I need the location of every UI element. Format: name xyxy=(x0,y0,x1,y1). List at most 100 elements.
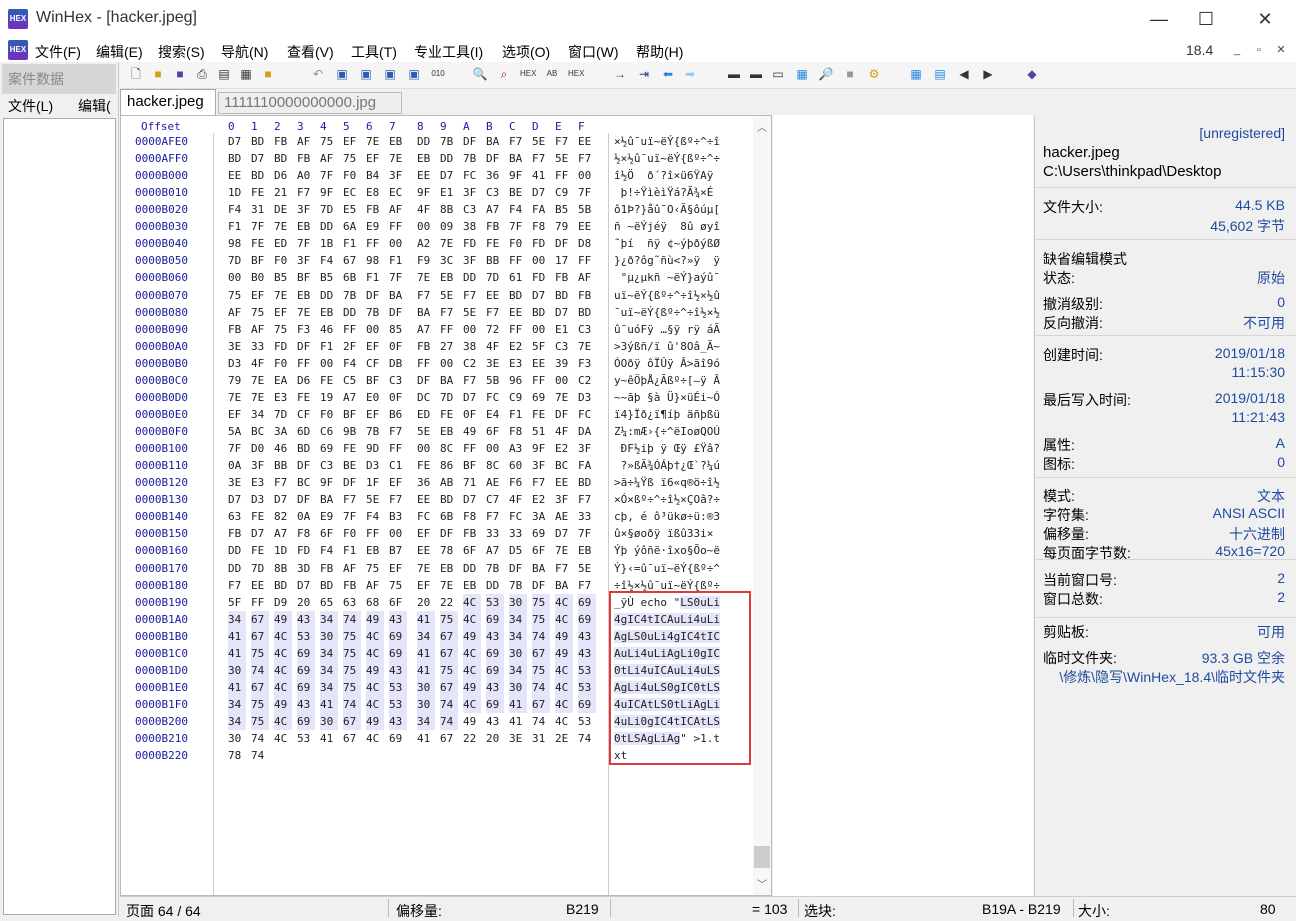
tab-other-jpg[interactable]: 1111110000000000.jpg xyxy=(218,92,402,114)
hex-byte[interactable]: AF xyxy=(578,269,596,286)
hex-byte[interactable]: 20 xyxy=(297,594,315,611)
hex-byte[interactable]: DC xyxy=(417,389,435,406)
hex-byte[interactable]: DF xyxy=(486,150,504,167)
hex-byte[interactable]: BC xyxy=(297,474,315,491)
hex-byte[interactable]: 75 xyxy=(343,678,361,696)
hex-byte[interactable]: 3D xyxy=(297,560,315,577)
paste-icon[interactable]: ▣ xyxy=(382,66,398,82)
hex-byte[interactable]: 53 xyxy=(297,627,315,645)
hex-byte[interactable]: F4 xyxy=(509,201,527,218)
hex-byte[interactable]: BF xyxy=(366,372,384,389)
hex-byte[interactable]: EF xyxy=(343,133,361,150)
hex-byte[interactable]: FE xyxy=(486,235,504,252)
hex-byte[interactable]: 38 xyxy=(463,218,481,235)
hex-byte[interactable]: FF xyxy=(555,167,573,184)
hex-byte[interactable]: 74 xyxy=(578,730,596,747)
hex-row[interactable]: 41 67 4C 69 34 75 4C 53 30 67 49 43 30 74 4C 53 xyxy=(214,678,608,696)
hex-row[interactable]: D7 BD FB AF 75 EF 7E EB DD 7B DF BA F7 5E F7 EE xyxy=(214,133,608,150)
hex-byte[interactable]: 7E xyxy=(251,389,269,406)
hex-byte[interactable]: 36 xyxy=(417,474,435,491)
hex-byte[interactable]: 7F xyxy=(320,167,338,184)
hex-byte[interactable]: 74 xyxy=(251,730,269,747)
hex-byte[interactable]: D7 xyxy=(440,167,458,184)
hex-byte[interactable]: BA xyxy=(486,133,504,150)
hex-byte[interactable]: 6D xyxy=(297,423,315,440)
hex-byte[interactable]: FE xyxy=(297,389,315,406)
hex-byte[interactable]: 30 xyxy=(320,627,338,645)
hex-byte[interactable]: 7F xyxy=(343,508,361,525)
hex-byte[interactable]: BB xyxy=(486,252,504,269)
text-line[interactable]: °µ¿µkñ ~ëÝ}aýû¯ xyxy=(614,269,720,286)
hex-byte[interactable]: 69 xyxy=(578,695,596,713)
hex-byte[interactable]: F7 xyxy=(297,184,315,201)
hex-byte[interactable]: FF xyxy=(509,321,527,338)
hex-byte[interactable]: 30 xyxy=(417,678,435,696)
hex-byte[interactable]: 67 xyxy=(532,695,550,713)
hex-byte[interactable]: 30 xyxy=(509,593,527,611)
hex-byte[interactable]: EC xyxy=(343,184,361,201)
hex-byte[interactable]: BE xyxy=(509,184,527,201)
hex-byte[interactable]: DE xyxy=(274,201,292,218)
hex-byte[interactable]: 7E xyxy=(555,542,573,559)
hex-byte[interactable]: FB xyxy=(228,525,246,542)
hex-byte[interactable]: CF xyxy=(297,406,315,423)
hex-byte[interactable]: 7E xyxy=(297,304,315,321)
hex-byte[interactable]: 8C xyxy=(440,440,458,457)
hex-byte[interactable]: 34 xyxy=(251,406,269,423)
hex-byte[interactable]: C3 xyxy=(463,201,481,218)
menu-search[interactable]: 搜索(S) xyxy=(158,42,205,62)
properties-icon[interactable]: ▤ xyxy=(216,66,232,82)
text-line[interactable]: Ýþ ýôñë·îxo§Õo~ë xyxy=(614,542,720,559)
hex-byte[interactable]: F1 xyxy=(343,235,361,252)
hex-byte[interactable]: 4C xyxy=(274,678,292,696)
hex-byte[interactable]: D6 xyxy=(274,167,292,184)
menu-edit[interactable]: 编辑(E) xyxy=(96,42,143,62)
hex-byte[interactable]: FD xyxy=(532,269,550,286)
hex-byte[interactable]: 4C xyxy=(274,713,292,731)
hex-byte[interactable]: DD xyxy=(417,133,435,150)
hex-byte[interactable]: 75 xyxy=(532,661,550,679)
hex-byte[interactable]: F7 xyxy=(578,491,596,508)
hex-byte[interactable]: 53 xyxy=(389,678,407,696)
next-window-icon[interactable]: ▶ xyxy=(980,66,996,82)
script-icon[interactable]: ■ xyxy=(842,66,858,82)
hex-byte[interactable]: 71 xyxy=(463,474,481,491)
hex-byte[interactable]: 4C xyxy=(366,695,384,713)
hex-byte[interactable]: FB xyxy=(578,287,596,304)
hex-byte[interactable]: 3F xyxy=(297,252,315,269)
hex-byte[interactable]: EB xyxy=(297,287,315,304)
hex-byte[interactable]: A7 xyxy=(486,201,504,218)
hex-byte[interactable]: E2 xyxy=(532,491,550,508)
hex-row[interactable]: 34 75 4C 69 30 67 49 43 34 74 49 43 41 74 4C 53 xyxy=(214,713,608,731)
text-line[interactable]: ÓOðÿ ôÏÛÿ Â>ãî9ó xyxy=(614,355,720,372)
hex-byte[interactable]: EE xyxy=(417,491,435,508)
hex-byte[interactable]: 49 xyxy=(463,678,481,696)
hex-byte[interactable]: 3F xyxy=(389,167,407,184)
hex-byte[interactable]: 75 xyxy=(343,661,361,679)
hex-byte[interactable]: FB xyxy=(417,338,435,355)
hex-byte[interactable]: E1 xyxy=(440,184,458,201)
hex-byte[interactable]: E1 xyxy=(555,321,573,338)
hex-byte[interactable]: 46 xyxy=(320,321,338,338)
hex-byte[interactable]: B4 xyxy=(366,167,384,184)
hex-byte[interactable]: 30 xyxy=(509,678,527,696)
hex-byte[interactable]: F7 xyxy=(578,577,596,594)
hex-byte[interactable]: FB xyxy=(486,218,504,235)
hex-byte[interactable]: C9 xyxy=(509,389,527,406)
hex-row[interactable]: 1D FE 21 F7 9F EC E8 EC 9F E1 3F C3 BE D7 C9 7F xyxy=(214,184,608,201)
hex-byte[interactable]: 7F xyxy=(578,184,596,201)
hex-byte[interactable]: 7D xyxy=(274,406,292,423)
hex-byte[interactable]: 4C xyxy=(463,593,481,611)
text-row[interactable]: ~~ãþ §à Ü}×üÉi~Ó xyxy=(609,389,749,406)
hex-byte[interactable]: EF xyxy=(417,577,435,594)
hex-byte[interactable]: DF xyxy=(297,491,315,508)
hex-byte[interactable]: C3 xyxy=(578,321,596,338)
hex-byte[interactable]: E4 xyxy=(486,406,504,423)
hex-byte[interactable]: 3F xyxy=(463,184,481,201)
hex-byte[interactable]: E0 xyxy=(366,389,384,406)
hex-byte[interactable]: 7D xyxy=(486,269,504,286)
hex-byte[interactable]: D7 xyxy=(463,491,481,508)
hex-byte[interactable]: 30 xyxy=(228,730,246,747)
hex-byte[interactable]: 6A xyxy=(343,218,361,235)
text-line[interactable]: cþ‚ é ô³ükø÷ü:®3 xyxy=(614,508,720,525)
